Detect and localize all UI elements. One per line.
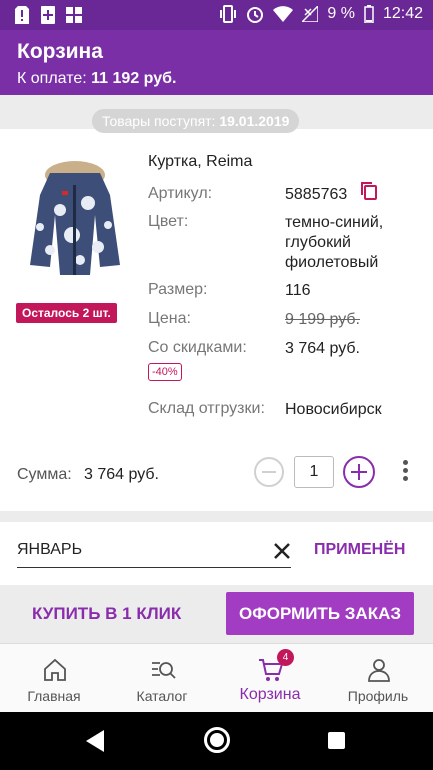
arrival-date: 19.01.2019 <box>219 113 290 129</box>
color-value-line: глубокий <box>285 234 351 251</box>
article-label: Артикул: <box>148 185 213 202</box>
promo-applied-status: ПРИМЕНЁН <box>314 541 406 558</box>
quantity-field[interactable]: 1 <box>294 456 334 488</box>
nav-item-catalog[interactable]: Каталог <box>108 644 216 713</box>
price-label: Цена: <box>148 310 191 327</box>
add-document-icon <box>41 6 55 24</box>
color-value-line: фиолетовый <box>285 254 379 271</box>
promo-code-input[interactable]: ЯНВАРЬ <box>17 538 291 568</box>
to-pay-label: К оплате: <box>17 70 87 87</box>
to-pay-value: 11 192 руб. <box>91 70 177 87</box>
cart-item-card: Осталось 2 шт. Куртка, Reima Артикул: 58… <box>0 129 433 439</box>
app-header: Корзина К оплате: 11 192 руб. <box>0 30 433 95</box>
recent-apps-icon[interactable] <box>328 732 345 749</box>
back-icon[interactable] <box>86 730 106 752</box>
signal-icon <box>302 6 319 22</box>
arrival-label: Товары поступят: <box>102 113 216 129</box>
android-navigation-bar <box>0 712 433 770</box>
bottom-navigation: Главная Каталог Корзина Профиль 4 <box>0 643 433 712</box>
quantity-decrease-button[interactable] <box>254 457 284 487</box>
checkout-button[interactable]: ОФОРМИТЬ ЗАКАЗ <box>226 592 414 635</box>
discounted-label: Со скидками: <box>148 339 247 356</box>
battery-icon <box>364 5 374 23</box>
alarm-icon <box>247 7 264 23</box>
wifi-icon <box>273 6 294 22</box>
checkout-actions: КУПИТЬ В 1 КЛИК ОФОРМИТЬ ЗАКАЗ <box>0 585 433 643</box>
sd-card-warning-icon <box>15 6 29 24</box>
stock-left-badge: Осталось 2 шт. <box>16 303 117 323</box>
discount-badge: -40% <box>148 363 182 381</box>
vibrate-icon <box>220 5 237 23</box>
home-icon <box>44 658 66 681</box>
cart-content[interactable]: Осталось 2 шт. Куртка, Reima Артикул: 58… <box>0 95 433 585</box>
color-value-line: темно-синий, <box>285 214 384 231</box>
warehouse-label: Склад отгрузки: <box>148 400 265 417</box>
home-button-icon[interactable] <box>204 727 230 753</box>
catalog-search-icon <box>152 662 176 679</box>
cart-count-badge: 4 <box>277 649 294 666</box>
arrival-date-pill: Товары поступят: 19.01.2019 <box>92 109 300 133</box>
nav-label: Профиль <box>347 688 409 704</box>
page-title: Корзина <box>17 40 103 63</box>
color-label: Цвет: <box>148 213 189 230</box>
original-price: 9 199 руб. <box>285 311 360 328</box>
to-pay-summary: К оплате: 11 192 руб. <box>17 70 176 88</box>
size-value: 116 <box>285 282 311 299</box>
close-icon[interactable] <box>272 541 292 561</box>
buy-one-click-button[interactable]: КУПИТЬ В 1 КЛИК <box>20 593 193 635</box>
nav-label: Корзина <box>239 686 301 703</box>
profile-icon <box>368 659 390 682</box>
windows-icon <box>66 7 82 23</box>
item-sum-row: Сумма: 3 764 руб. 1 <box>0 439 433 511</box>
size-label: Размер: <box>148 281 208 298</box>
battery-percent: 9 % <box>327 5 355 22</box>
nav-item-profile[interactable]: Профиль <box>324 644 432 713</box>
promo-code-section: ЯНВАРЬ ПРИМЕНЁН <box>0 522 433 585</box>
more-options-icon[interactable] <box>403 460 409 484</box>
nav-item-cart[interactable]: Корзина <box>216 644 324 713</box>
sum-label: Сумма: <box>17 466 72 483</box>
color-value: темно-синий, глубокий фиолетовый <box>285 213 383 273</box>
product-name[interactable]: Куртка, Reima <box>148 153 252 171</box>
copy-icon[interactable] <box>360 181 378 201</box>
status-bar: 9 % 12:42 <box>0 0 433 30</box>
discounted-price: 3 764 руб. <box>285 340 360 357</box>
sum-value: 3 764 руб. <box>84 466 159 483</box>
nav-label: Каталог <box>136 688 188 704</box>
quantity-increase-button[interactable] <box>343 456 375 488</box>
product-image[interactable] <box>20 155 130 283</box>
article-value: 5885763 <box>285 186 348 203</box>
warehouse-value: Новосибирск <box>285 401 382 418</box>
nav-label: Главная <box>27 688 81 704</box>
nav-item-home[interactable]: Главная <box>0 644 108 713</box>
clock: 12:42 <box>382 5 423 22</box>
